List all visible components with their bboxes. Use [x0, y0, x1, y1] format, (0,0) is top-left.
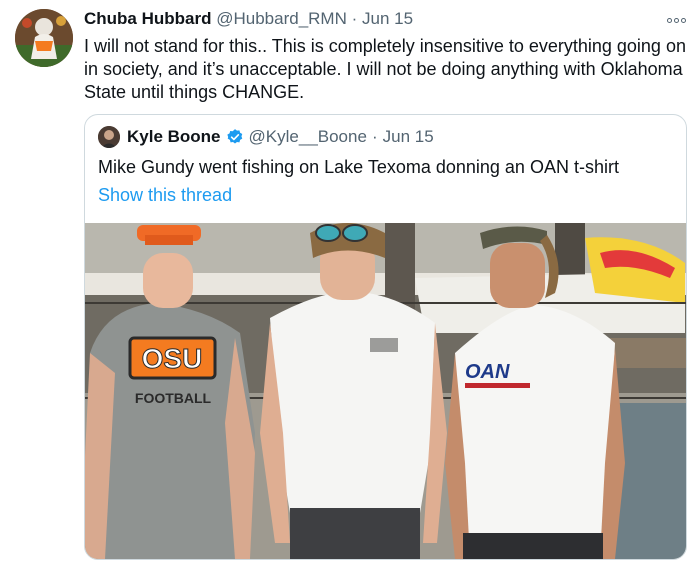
verified-badge-icon — [226, 129, 242, 144]
quoted-separator: · — [371, 127, 378, 146]
osu-logo: OSU FOOTBALL — [128, 336, 217, 406]
quoted-author-avatar[interactable] — [98, 126, 120, 148]
show-thread-link[interactable]: Show this thread — [98, 185, 232, 206]
quoted-date[interactable]: Jun 15 — [383, 127, 434, 147]
author-avatar[interactable] — [15, 9, 73, 67]
quoted-author-name[interactable]: Kyle Boone — [127, 127, 221, 147]
author-name[interactable]: Chuba Hubbard — [84, 9, 212, 28]
tweet-header: Chuba Hubbard @Hubbard_RMN · Jun 15 — [84, 9, 413, 29]
author-handle[interactable]: @Hubbard_RMN — [216, 9, 347, 28]
more-options-icon[interactable] — [667, 15, 687, 25]
svg-text:OAN: OAN — [465, 361, 510, 383]
header-separator: · — [351, 9, 358, 28]
quoted-author-handle[interactable]: @Kyle__Boone — [249, 127, 367, 147]
quoted-tweet[interactable]: Kyle Boone @Kyle__Boone · Jun 15 Mike Gu… — [84, 114, 687, 560]
tweet-date[interactable]: Jun 15 — [362, 9, 413, 28]
attached-photo[interactable]: OSU FOOTBALL OAN — [85, 223, 686, 559]
svg-text:OSU: OSU — [142, 343, 203, 374]
quoted-text: Mike Gundy went fishing on Lake Texoma d… — [98, 157, 619, 177]
tweet-text: I will not stand for this.. This is comp… — [84, 36, 686, 102]
svg-text:FOOTBALL: FOOTBALL — [135, 390, 212, 406]
quoted-header: Kyle Boone @Kyle__Boone · Jun 15 — [127, 127, 434, 147]
